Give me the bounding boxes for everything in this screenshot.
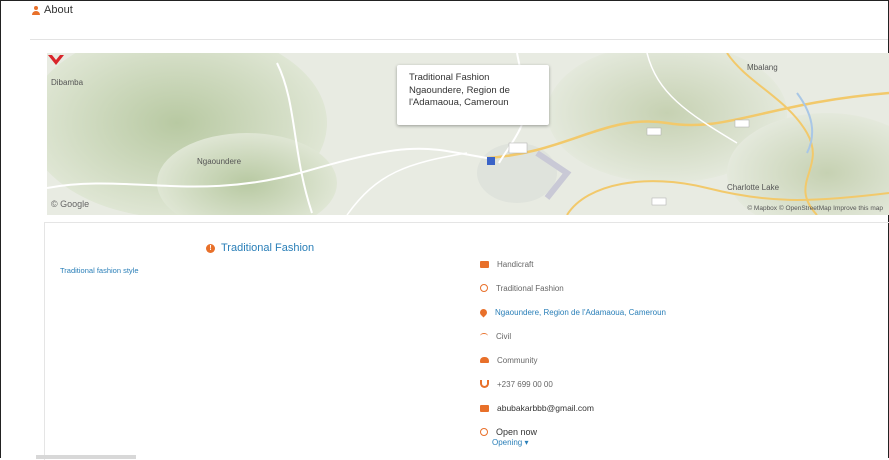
- detail-text: Handicraft: [497, 259, 534, 269]
- clock-icon: [480, 428, 488, 436]
- detail-location[interactable]: Ngaoundere, Region de l'Adamaoua, Camero…: [478, 300, 666, 324]
- detail-text[interactable]: Ngaoundere, Region de l'Adamaoua, Camero…: [495, 308, 666, 317]
- search-icon: [480, 284, 488, 292]
- header-divider: [30, 39, 888, 40]
- map-label: Ngaoundere: [197, 157, 242, 166]
- business-card: [44, 222, 889, 460]
- detail-category: Handicraft: [480, 252, 666, 276]
- user-icon: [32, 5, 40, 15]
- detail-email[interactable]: abubakarbbb@gmail.com: [480, 396, 666, 420]
- opening-hours-dropdown[interactable]: Opening ▾: [492, 438, 528, 447]
- popup-address-line1: Ngaoundere, Region de: [409, 84, 510, 96]
- detail-audience: Community: [480, 348, 666, 372]
- phone-icon: [480, 380, 489, 388]
- map-label: Charlotte Lake: [727, 183, 780, 192]
- detail-text[interactable]: abubakarbbb@gmail.com: [497, 403, 594, 413]
- mail-icon: [480, 404, 489, 412]
- popup-address-line2: l'Adamaoua, Cameroun: [409, 97, 509, 108]
- about-header: About: [32, 4, 73, 16]
- business-description-link[interactable]: Traditional fashion style: [60, 266, 139, 275]
- wifi-icon: [480, 333, 488, 339]
- business-name: Traditional Fashion: [221, 242, 315, 254]
- map-attribution[interactable]: © Mapbox © OpenStreetMap Improve this ma…: [747, 205, 883, 212]
- users-icon: [480, 357, 489, 363]
- detail-type: Civil: [480, 324, 666, 348]
- map-label: Dibamba: [51, 78, 84, 87]
- business-details: Handicraft Traditional Fashion Ngaounder…: [478, 252, 666, 444]
- map-label: Mbalang: [747, 63, 778, 72]
- location-map[interactable]: Mbalang Dibamba Ngaoundere Charlotte Lak…: [47, 53, 889, 215]
- detail-text[interactable]: +237 699 00 00: [497, 380, 553, 389]
- scrollbar-hint: [36, 455, 136, 459]
- about-title: About: [44, 4, 73, 16]
- map-popup[interactable]: Traditional Fashion Ngaoundere, Region d…: [397, 65, 549, 125]
- map-marker-icon[interactable]: [47, 53, 65, 67]
- popup-title: Traditional Fashion: [409, 72, 490, 83]
- briefcase-icon: [480, 260, 489, 268]
- detail-phone[interactable]: +237 699 00 00: [480, 372, 666, 396]
- detail-text: Traditional Fashion: [496, 283, 564, 293]
- info-icon: !: [206, 243, 215, 253]
- map-pin-icon: [478, 307, 489, 317]
- business-title: ! Traditional Fashion: [206, 242, 314, 254]
- detail-tags: Traditional Fashion: [480, 276, 666, 300]
- detail-text: Civil: [496, 331, 512, 341]
- detail-text: Open now: [496, 427, 538, 437]
- detail-text: Community: [497, 355, 538, 365]
- map-brand: © Google: [51, 199, 90, 209]
